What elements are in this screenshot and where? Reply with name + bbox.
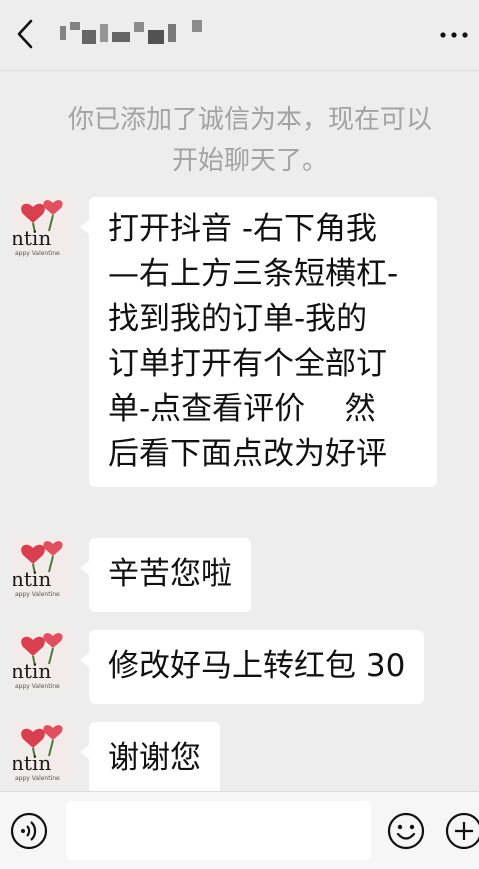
message-text-line: 找到我的订单-我的	[108, 301, 368, 337]
chevron-left-icon	[17, 19, 33, 49]
valentine-avatar-icon: ntin appy Valentine	[13, 722, 73, 782]
more-actions-button[interactable]	[445, 812, 479, 850]
message-text-line: 订单打开有个全部订	[108, 346, 387, 382]
contact-avatar[interactable]: ntin appy Valentine	[13, 197, 73, 257]
back-button[interactable]	[12, 16, 38, 52]
svg-text:ntin: ntin	[13, 567, 51, 591]
valentine-avatar-icon: ntin appy Valentine	[13, 630, 73, 690]
svg-text:ntin: ntin	[13, 751, 51, 775]
message-text-line: 辛苦您啦	[108, 556, 232, 592]
message-bubble[interactable]: 打开抖音 -右下角我 —右上方三条短横杠- 找到我的订单-我的 订单打开有个全部…	[80, 197, 437, 487]
svg-text:appy Valentine: appy Valentine	[15, 683, 60, 690]
system-notice-line: 开始聊天了。	[171, 146, 328, 176]
emoji-button[interactable]	[387, 812, 425, 850]
input-bar	[0, 791, 479, 869]
message-text-line: 单-点查看评价 然	[108, 391, 376, 427]
voice-button[interactable]	[10, 812, 48, 850]
svg-text:ntin: ntin	[13, 659, 51, 683]
valentine-avatar-icon: ntin appy Valentine	[13, 197, 73, 257]
message-text-line: 谢谢您	[108, 740, 201, 776]
ellipsis-icon	[440, 32, 468, 38]
system-notice: 你已添加了诚信为本，现在可以 开始聊天了。	[40, 100, 460, 182]
svg-text:appy Valentine: appy Valentine	[15, 591, 60, 598]
more-button[interactable]	[437, 18, 471, 52]
message-text-line: 修改好马上转红包 30	[108, 648, 406, 684]
contact-avatar[interactable]: ntin appy Valentine	[13, 722, 73, 782]
message-bubble[interactable]: 修改好马上转红包 30	[79, 630, 425, 704]
message-text-line: 后看下面点改为好评	[108, 436, 387, 472]
contact-avatar[interactable]: ntin appy Valentine	[13, 630, 73, 690]
valentine-avatar-icon: ntin appy Valentine	[13, 538, 73, 598]
chat-header	[0, 0, 479, 71]
contact-avatar[interactable]: ntin appy Valentine	[13, 538, 73, 598]
message-input[interactable]	[66, 801, 371, 860]
message-bubble[interactable]: 辛苦您啦	[80, 538, 251, 612]
contact-name-obscured	[60, 20, 210, 48]
plus-icon	[445, 812, 479, 850]
svg-text:ntin: ntin	[13, 226, 51, 250]
message-text-line: 打开抖音 -右下角我	[108, 211, 378, 247]
emoji-icon	[387, 812, 425, 850]
message-text-line: —右上方三条短横杠-	[108, 256, 399, 292]
message-bubble[interactable]: 谢谢您	[80, 722, 220, 796]
voice-icon	[10, 812, 48, 850]
svg-text:appy Valentine: appy Valentine	[15, 775, 60, 782]
svg-text:appy Valentine: appy Valentine	[15, 250, 60, 257]
system-notice-line: 你已添加了诚信为本，现在可以	[67, 105, 432, 135]
